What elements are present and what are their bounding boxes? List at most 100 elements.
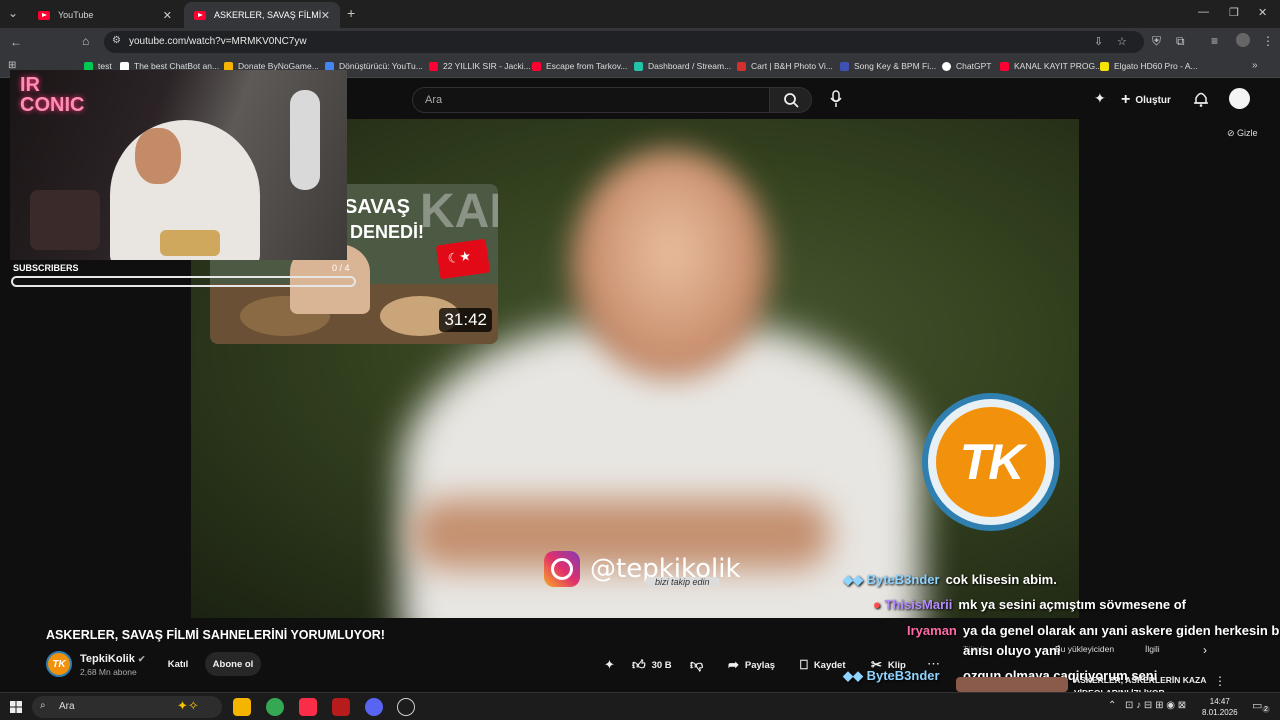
like-button[interactable]: 👍︎ 30 B xyxy=(632,657,672,673)
windows-start-icon[interactable] xyxy=(10,701,22,713)
back-icon[interactable]: ← xyxy=(10,35,22,49)
tab-label: YouTube xyxy=(58,10,94,20)
windows-taskbar: ⌕ Ara ✦✧ ⌃ ⊡ ♪ ⊟ ⊞ ◉ ⊠ 14:47 8.01.2026 ▭… xyxy=(0,692,1280,720)
url-text: youtube.com/watch?v=MRMKV0NC7yw xyxy=(129,36,307,47)
home-icon[interactable]: ⌂ xyxy=(82,34,89,48)
gemini-icon[interactable]: ✦ xyxy=(1094,90,1106,107)
chat-message: ● ThisisMarii mk ya sesini açmıştım sövme… xyxy=(873,597,1186,612)
bookmark-item[interactable]: 22 YILLIK SIR - Jacki... xyxy=(429,61,531,71)
subscribe-button[interactable]: Abone ol xyxy=(205,652,261,676)
search-icon xyxy=(784,93,799,108)
voicemod-icon[interactable] xyxy=(332,698,350,716)
bookmark-favicon-icon xyxy=(840,61,849,71)
like-count: 30 B xyxy=(651,659,672,671)
search-button[interactable] xyxy=(770,87,812,113)
notification-badge: 2 xyxy=(1262,706,1270,713)
instagram-icon xyxy=(544,551,580,587)
obs-icon[interactable] xyxy=(397,698,415,716)
bookmark-label: ChatGPT xyxy=(956,61,992,71)
notifications-bell-icon[interactable] xyxy=(1194,91,1208,107)
tab-video[interactable]: ASKERLER, SAVAŞ FİLMİ SAHNE ✕ xyxy=(184,2,340,28)
notification-icon[interactable]: ▭ xyxy=(1252,699,1262,712)
bookmark-item[interactable]: Elgato HD60 Pro - A... xyxy=(1100,61,1198,71)
bookmark-label: Escape from Tarkov... xyxy=(546,61,628,71)
more-options-icon[interactable]: ⋮ xyxy=(1214,674,1226,688)
discord-icon[interactable] xyxy=(365,698,383,716)
minimize-icon[interactable]: — xyxy=(1198,6,1209,18)
bookmark-item[interactable]: Escape from Tarkov... xyxy=(532,61,627,71)
new-tab-icon[interactable]: + xyxy=(347,5,355,21)
more-actions-icon[interactable]: ⋯ xyxy=(927,656,940,672)
chip-related[interactable]: İlgili xyxy=(1145,644,1160,654)
file-explorer-icon[interactable] xyxy=(233,698,251,716)
logo-text: TK xyxy=(959,434,1025,490)
bookmark-item[interactable]: Cart | B&H Photo Vi... xyxy=(737,61,833,71)
microphone-icon[interactable] xyxy=(830,90,842,108)
webcam-background-object xyxy=(290,90,320,190)
install-icon[interactable]: ⇩ xyxy=(1094,35,1103,48)
profile-avatar[interactable] xyxy=(1236,33,1250,47)
restore-icon[interactable]: ❐ xyxy=(1229,6,1239,19)
chrome-icon[interactable] xyxy=(266,698,284,716)
account-avatar[interactable] xyxy=(1229,88,1250,109)
tab-search-icon[interactable]: ⌄ xyxy=(8,6,18,20)
verified-icon: ✔ xyxy=(137,654,146,664)
thumbnail-title-line2: İ DENEDİ! xyxy=(340,222,425,242)
close-icon[interactable]: ✕ xyxy=(321,9,330,22)
chat-badge-icon: ◆◆ xyxy=(843,668,867,683)
bookmark-favicon-icon xyxy=(1100,61,1109,71)
youtube-favicon-icon xyxy=(194,10,206,20)
bookmark-item[interactable]: Song Key & BPM Fi... xyxy=(840,61,936,71)
bookmark-star-icon[interactable]: ☆ xyxy=(1117,35,1127,48)
bookmark-item[interactable]: ChatGPT xyxy=(942,61,991,71)
taskbar-search[interactable]: ⌕ Ara ✦✧ xyxy=(32,696,222,718)
bookmark-favicon-icon xyxy=(532,61,541,71)
tab-youtube[interactable]: YouTube ✕ xyxy=(28,2,182,28)
bookmark-item[interactable]: Dashboard / Stream... xyxy=(634,61,731,71)
chevron-right-icon[interactable]: › xyxy=(1203,643,1207,657)
channel-name-text: TepkiKolik xyxy=(80,653,135,665)
create-label: Oluştur xyxy=(1135,94,1171,106)
taskbar-clock[interactable]: 14:47 8.01.2026 xyxy=(1202,696,1238,718)
chat-username: ThisisMarii xyxy=(884,597,953,612)
tray-overflow-icon[interactable]: ⌃ xyxy=(1108,700,1116,711)
save-button[interactable]: ⎕ Kaydet xyxy=(800,657,846,673)
tray-icons[interactable]: ⊡ ♪ ⊟ ⊞ ◉ ⊠ xyxy=(1125,700,1186,711)
side-video-thumbnail[interactable] xyxy=(956,677,1068,692)
close-icon[interactable]: ✕ xyxy=(163,9,172,22)
tab-label: ASKERLER, SAVAŞ FİLMİ SAHNE xyxy=(214,10,324,20)
join-button[interactable]: Katıl xyxy=(158,652,198,676)
search-input[interactable]: Ara xyxy=(412,87,770,113)
more-bookmarks-icon[interactable]: » xyxy=(1252,60,1258,71)
chip-all[interactable]: Tümü xyxy=(963,644,985,654)
channel-subscribers: 2,68 Mn abone xyxy=(80,667,137,677)
video-frame-face xyxy=(571,149,771,379)
thumbnail-watermark: KALE xyxy=(420,185,498,238)
site-info-icon[interactable]: ⚙ xyxy=(112,35,121,46)
menu-icon[interactable]: ⋮ xyxy=(1262,34,1274,48)
video-title: ASKERLER, SAVAŞ FİLMİ SAHNELERİNİ YORUML… xyxy=(46,628,385,642)
dislike-button[interactable]: 👎︎ xyxy=(690,657,709,673)
share-label: Paylaş xyxy=(744,659,776,671)
chat-badge-icon: ● xyxy=(873,597,885,612)
channel-name[interactable]: TepkiKolik ✔ xyxy=(80,653,145,665)
chip-uploader[interactable]: Bu yükleyiciden xyxy=(1055,644,1114,654)
address-bar[interactable]: ⚙ youtube.com/watch?v=MRMKV0NC7yw ⇩ ☆ xyxy=(104,31,1144,53)
plus-icon: + xyxy=(1121,91,1131,108)
hide-chat-button[interactable]: ⊘ Gizle xyxy=(1227,128,1258,139)
reading-list-icon[interactable]: ≡ xyxy=(1211,34,1218,48)
window-close-icon[interactable]: ✕ xyxy=(1258,6,1267,19)
create-button[interactable]: + Oluştur xyxy=(1121,91,1171,109)
bookmark-label: Cart | B&H Photo Vi... xyxy=(751,61,833,71)
channel-avatar[interactable]: TK xyxy=(46,651,72,677)
share-button[interactable]: ➦ Paylaş xyxy=(728,657,775,673)
taskbar-search-placeholder: Ara xyxy=(59,701,75,712)
shield-icon[interactable]: ⛨ xyxy=(1152,34,1161,49)
bookmark-favicon-icon xyxy=(1000,61,1009,71)
clip-button[interactable]: ✂ Klip xyxy=(871,657,906,673)
ask-ai-icon[interactable]: ✦ xyxy=(604,657,615,673)
bookmark-favicon-icon xyxy=(737,61,746,71)
music-icon[interactable] xyxy=(299,698,317,716)
extensions-icon[interactable]: ⧉ xyxy=(1176,34,1185,49)
bookmark-item[interactable]: KANAL KAYIT PROG... xyxy=(1000,61,1102,71)
